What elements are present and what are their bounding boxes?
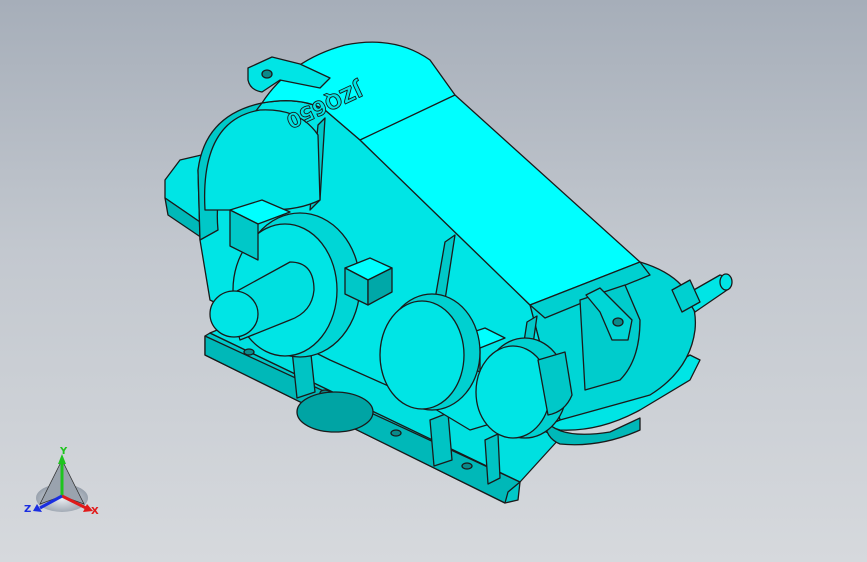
gear-reducer-model[interactable]: JZQ650 (0, 0, 867, 562)
triad-y-label: Y (60, 446, 68, 457)
bolt-hole (461, 462, 473, 470)
bolt-hole (390, 429, 402, 437)
triad-x-label: X (91, 506, 99, 517)
bolt-hole (243, 348, 255, 356)
orientation-triad[interactable]: Y X Z (20, 446, 110, 526)
input-shaft[interactable] (671, 273, 733, 313)
graphics-viewport[interactable]: JZQ650 Y X Z (0, 0, 867, 562)
triad-z-label: Z (24, 504, 32, 515)
